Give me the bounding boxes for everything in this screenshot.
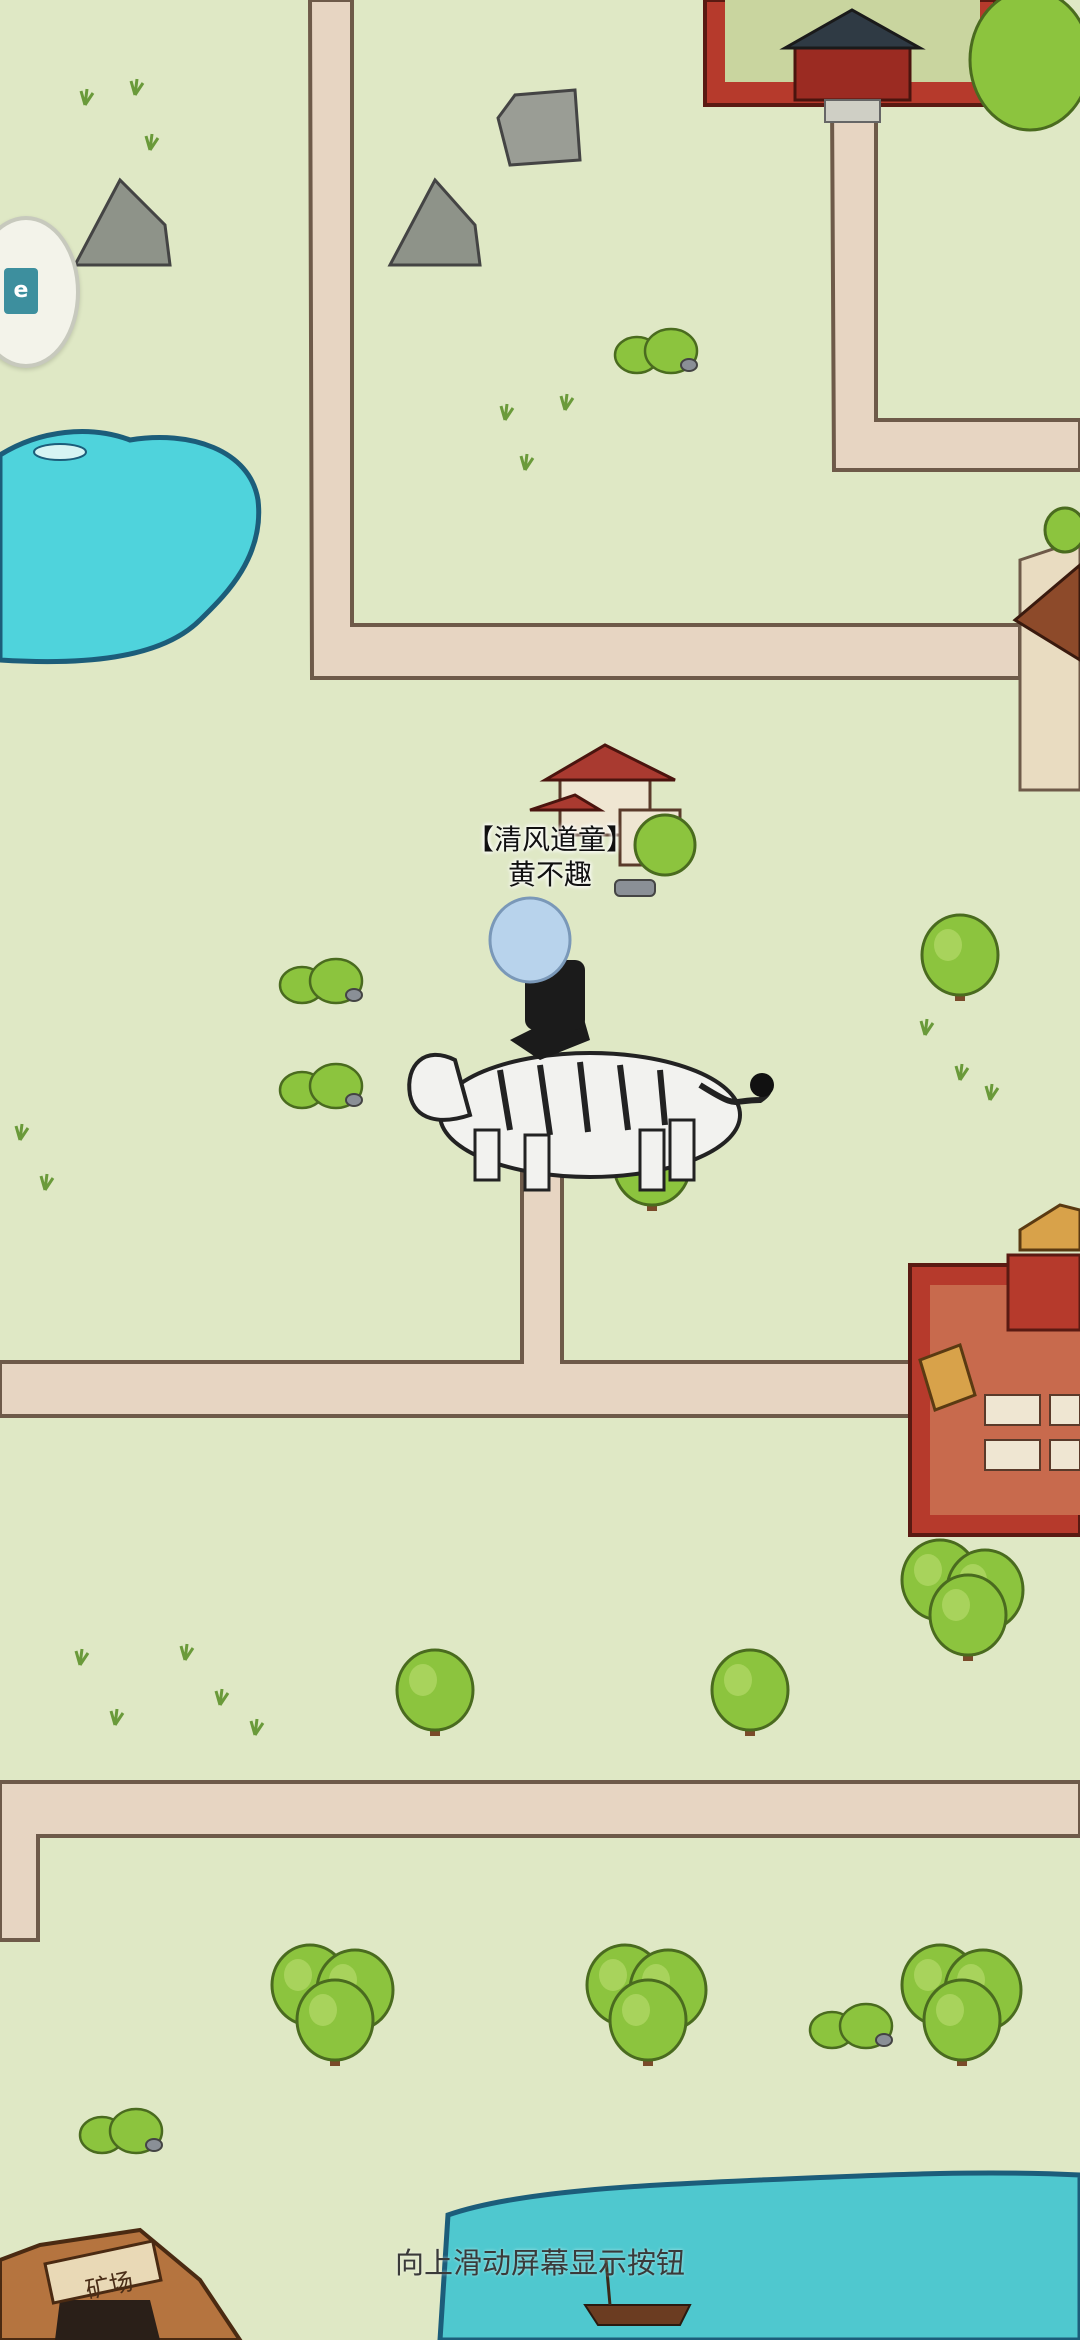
map-menu-icon: e xyxy=(4,268,38,314)
npc-title-label[interactable]: 【清风道童】 xyxy=(440,818,660,858)
game-map[interactable] xyxy=(0,0,1080,2340)
npc-name-label[interactable]: 黄不趣 xyxy=(440,853,660,893)
swipe-hint-text: 向上滑动屏幕显示按钮 xyxy=(394,2246,685,2280)
